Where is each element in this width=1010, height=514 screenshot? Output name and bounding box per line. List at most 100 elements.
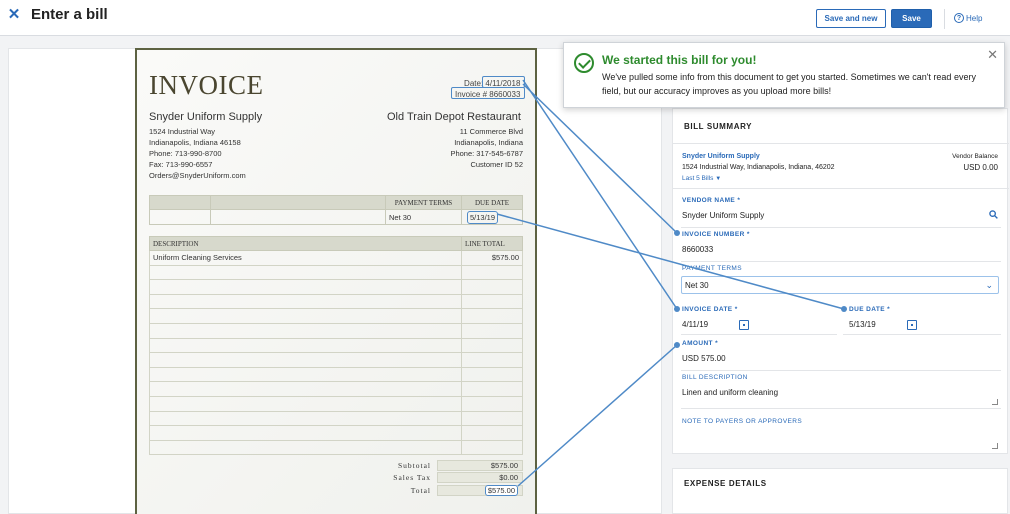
line-items-table: DESCRIPTION LINE TOTAL Uniform Cleaning … [149,236,523,456]
table-row [149,337,523,354]
sales-tax-row: Sales Tax $0.00 [367,472,523,485]
lines-header: DESCRIPTION [149,236,462,251]
table-row [149,264,523,281]
amount-input[interactable]: USD 575.00 [682,354,726,363]
sales-tax-label: Sales Tax [393,473,431,483]
divider [843,334,1001,335]
table-row [149,410,523,427]
terms-cell: 5/13/19 [461,209,523,225]
chevron-down-icon: ⌄ [985,280,993,290]
divider [681,334,837,335]
payment-terms-value: Net 30 [685,281,709,290]
table-row [149,439,523,456]
note-input[interactable] [681,429,1001,451]
success-toast: We started this bill for you! We've pull… [563,42,1005,108]
customer-line: 11 Commerce Blvd [459,127,523,136]
customer-line: Indianapolis, Indiana [454,138,523,147]
total-value: $575.00 [437,484,523,496]
calendar-icon[interactable] [739,320,749,330]
caret-down-icon: ▼ [715,176,722,182]
bill-description-label: BILL DESCRIPTION [682,374,748,381]
invoice-document: INVOICE Date: 4/11/2018 Invoice # 866003… [135,48,537,514]
table-row [149,425,523,441]
toast-message: We've pulled some info from this documen… [602,72,976,96]
vendor-balance-value: USD 0.00 [963,163,998,172]
table-row [149,381,523,397]
table-row [149,308,523,324]
note-label: NOTE TO PAYERS OR APPROVERS [682,418,803,425]
bill-description-input[interactable]: Linen and uniform cleaning [682,388,778,397]
customer-name: Old Train Depot Restaurant [387,111,521,123]
save-and-new-button[interactable]: Save and new [816,9,886,28]
expense-details-panel: EXPENSE DETAILS [672,468,1008,514]
header-divider [944,9,945,29]
table-row [149,395,523,412]
help-link[interactable]: ? Help [954,13,982,23]
due-date-input[interactable]: 5/13/19 [849,320,876,329]
table-row [149,322,523,339]
invoice-date-label: INVOICE DATE * [682,306,738,313]
last-bills-dropdown[interactable]: Last 5 Bills ▼ [682,175,721,182]
save-button[interactable]: Save [891,9,932,28]
page-title: Enter a bill [31,6,108,23]
terms-cell [210,209,386,225]
last-bills-label: Last 5 Bills [682,175,714,182]
invoice-number-label: INVOICE NUMBER * [682,231,750,238]
divider [681,370,1001,371]
totals-block: Subtotal $575.00 Sales Tax $0.00 Total $… [367,459,523,497]
due-date-label: DUE DATE * [849,306,891,313]
help-label: Help [966,13,983,23]
table-row [149,352,523,368]
subtotal-row: Subtotal $575.00 [367,459,523,472]
vendor-line: Orders@SnyderUniform.com [149,171,246,180]
vendor-summary-address: 1524 Industrial Way, Indianapolis, India… [682,164,835,171]
terms-header [210,195,386,210]
sales-tax-value: $0.00 [437,472,523,484]
invoice-title: INVOICE [149,70,264,100]
amount-label: AMOUNT * [682,340,719,347]
vendor-line: Fax: 713-990-6557 [149,160,213,169]
payment-terms-select[interactable]: Net 30 ⌄ [681,276,999,294]
vendor-summary-name[interactable]: Snyder Uniform Supply [682,153,760,160]
divider [681,261,1001,262]
highlight-due-date: 5/13/19 [467,210,499,224]
subtotal-label: Subtotal [397,460,431,470]
table-row [149,279,523,295]
vendor-line: Phone: 713-990-8700 [149,149,222,158]
calendar-icon[interactable] [907,320,917,330]
close-icon[interactable]: ✕ [6,6,22,24]
help-icon: ? [954,13,964,23]
resize-handle-icon[interactable] [992,399,998,405]
total-row: Total $575.00 [367,484,523,497]
top-bar: ✕ Enter a bill Save and new Save ? Help [0,0,1010,36]
table-row: Uniform Cleaning Services $575.00 [149,250,523,266]
expense-details-title: EXPENSE DETAILS [684,479,767,488]
table-row [149,293,523,310]
customer-line: Customer ID 52 [470,160,523,169]
vendor-balance-label: Vendor Balance [952,153,998,160]
line-amount: $575.00 [461,250,523,266]
terms-header: DUE DATE [461,195,523,210]
subtotal-value: $575.00 [437,459,523,471]
search-icon[interactable] [989,210,998,219]
divider [681,227,1001,228]
divider [673,188,1009,189]
toast-title: We started this bill for you! [602,53,757,67]
vendor-name-input[interactable]: Snyder Uniform Supply [682,211,764,220]
invoice-date-input[interactable]: 4/11/19 [682,320,708,329]
terms-header [149,195,211,210]
terms-header: PAYMENT TERMS [385,195,462,210]
invoice-number-input[interactable]: 8660033 [682,245,713,254]
terms-cell [149,209,211,225]
vendor-line: Indianapolis, Indiana 46158 [149,138,241,147]
vendor-address: 1524 Industrial Way Indianapolis, Indian… [149,126,246,181]
divider [681,408,1001,409]
close-icon[interactable]: ✕ [987,47,998,63]
customer-line: Phone: 317-545-6787 [450,149,523,158]
terms-table: PAYMENT TERMS DUE DATE Net 30 5/13/19 [149,195,523,225]
bill-summary-title: BILL SUMMARY [684,122,753,131]
highlight-invoice-number [451,87,525,99]
lines-header: LINE TOTAL [461,236,523,251]
vendor-line: 1524 Industrial Way [149,127,216,136]
line-desc: Uniform Cleaning Services [149,250,462,266]
